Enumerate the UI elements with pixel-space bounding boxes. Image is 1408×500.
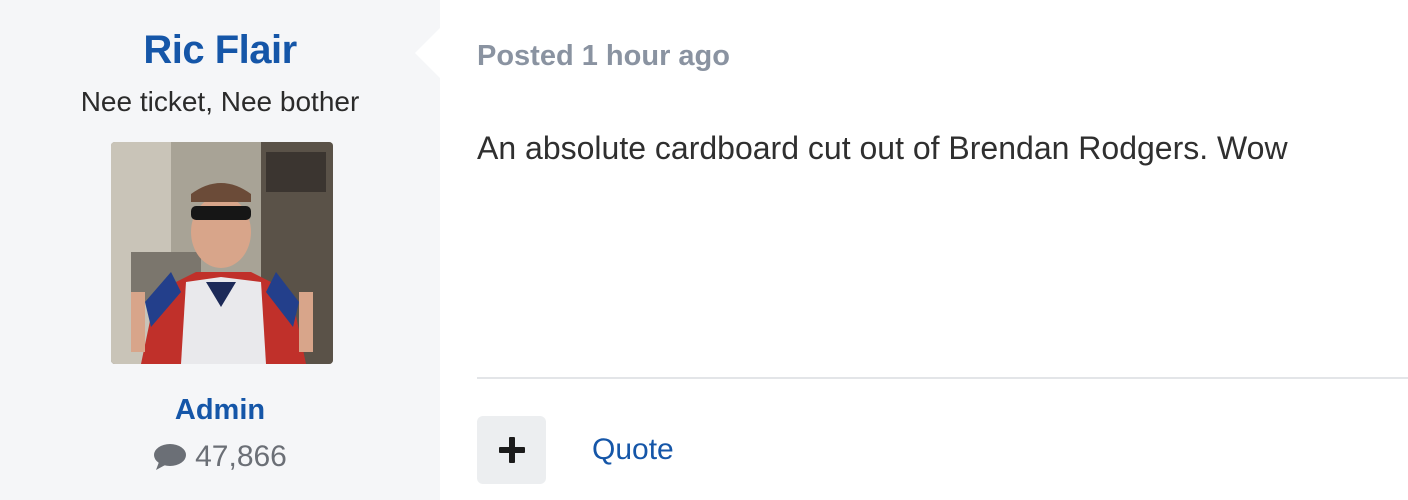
post-content: An absolute cardboard cut out of Brendan… — [477, 130, 1288, 166]
avatar-photo-icon — [111, 142, 333, 364]
comment-icon — [154, 444, 187, 470]
post-count-value: 47,866 — [195, 440, 287, 473]
post-body: Posted 1 hour ago An absolute cardboard … — [477, 0, 1408, 500]
post-actions: Quote — [477, 416, 674, 484]
multiquote-button[interactable] — [477, 416, 546, 484]
plus-icon — [498, 437, 525, 463]
post-timestamp[interactable]: Posted 1 hour ago — [477, 40, 730, 73]
author-name-link[interactable]: Ric Flair — [0, 28, 440, 73]
author-post-count: 47,866 — [0, 440, 440, 474]
author-panel: Ric Flair Nee ticket, Nee bother Admin 4… — [0, 0, 440, 500]
author-title: Nee ticket, Nee bother — [80, 86, 360, 117]
quote-button[interactable]: Quote — [592, 433, 674, 467]
post-divider — [477, 377, 1408, 379]
author-group: Admin — [174, 394, 266, 426]
author-avatar[interactable] — [111, 142, 333, 364]
